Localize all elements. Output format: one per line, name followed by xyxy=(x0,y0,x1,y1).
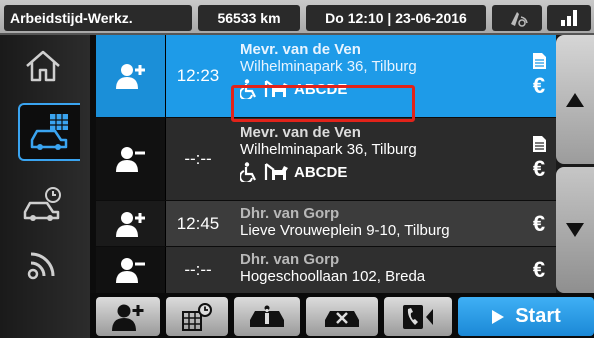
car-cancel-icon xyxy=(325,310,359,327)
pickup-button[interactable] xyxy=(96,201,166,246)
trip-list: 12:23 Mevr. van de Ven Wilhelminapark 36… xyxy=(96,35,556,293)
car-info-icon xyxy=(250,305,284,327)
dropoff-button[interactable] xyxy=(96,247,166,293)
play-icon xyxy=(492,309,505,324)
trip-time: --:-- xyxy=(184,260,212,279)
person-add-icon xyxy=(112,304,144,331)
connectivity-button[interactable] xyxy=(6,235,80,293)
trip-time: 12:45 xyxy=(176,213,220,233)
passenger-name: Mevr. van de Ven xyxy=(240,124,361,141)
euro-icon: € xyxy=(532,73,546,98)
trip-tag-code: ABCDE xyxy=(294,163,348,181)
schedule-button[interactable] xyxy=(166,297,228,336)
work-mode-label: Arbeidstijd-Werkz. xyxy=(4,5,192,31)
trip-tag-code: ABCDE xyxy=(294,80,348,98)
trip-address: Wilhelminapark 36, Tilburg xyxy=(240,58,417,75)
home-icon xyxy=(26,50,60,82)
car-clock-icon xyxy=(23,187,61,221)
trip-info: Mevr. van de Ven Wilhelminapark 36, Tilb… xyxy=(230,118,522,200)
scroll-column xyxy=(556,35,594,293)
document-icon xyxy=(532,53,546,69)
car-list-icon xyxy=(30,114,68,150)
car-schedule-button[interactable] xyxy=(6,175,80,233)
bottom-toolbar: Start xyxy=(90,293,594,338)
trip-tags: ABCDE xyxy=(240,162,522,182)
calendar-clock-icon xyxy=(182,302,212,331)
add-passenger-button[interactable] xyxy=(96,297,160,336)
call-button[interactable] xyxy=(384,297,452,336)
guide-dog-icon xyxy=(264,163,288,180)
passenger-name: Dhr. van Gorp xyxy=(240,205,340,222)
trip-payment: € xyxy=(522,35,556,117)
person-add-icon xyxy=(115,64,145,89)
guide-dog-icon xyxy=(264,80,288,97)
dropoff-button[interactable] xyxy=(96,118,166,200)
trip-tags: ABCDE xyxy=(240,79,522,99)
triangle-up-icon xyxy=(566,92,584,107)
trip-row[interactable]: --:-- Mevr. van de Ven Wilhelminapark 36… xyxy=(96,118,556,200)
car-info-button[interactable] xyxy=(234,297,300,336)
trip-row[interactable]: 12:23 Mevr. van de Ven Wilhelminapark 36… xyxy=(96,35,556,117)
trip-payment: € xyxy=(522,118,556,200)
trip-info: Dhr. van Gorp Lieve Vrouweplein 9-10, Ti… xyxy=(230,201,522,246)
wireless-icon xyxy=(27,252,55,280)
status-bar: Arbeidstijd-Werkz. 56533 km Do 12:10 | 2… xyxy=(0,0,594,35)
trip-row[interactable]: --:-- Dhr. van Gorp Hogeschoollaan 102, … xyxy=(96,247,556,293)
home-button[interactable] xyxy=(6,37,80,95)
person-remove-icon xyxy=(115,258,145,283)
triangle-down-icon xyxy=(566,223,584,237)
trip-info: Dhr. van Gorp Hogeschoollaan 102, Breda xyxy=(230,247,522,293)
scroll-down-button[interactable] xyxy=(556,167,594,293)
trip-time: --:-- xyxy=(184,149,212,168)
sidebar xyxy=(0,35,90,338)
odometer-readout: 56533 km xyxy=(198,5,300,31)
trip-row[interactable]: 12:45 Dhr. van Gorp Lieve Vrouweplein 9-… xyxy=(96,201,556,246)
trip-address: Lieve Vrouweplein 9-10, Tilburg xyxy=(240,222,450,239)
trip-address: Wilhelminapark 36, Tilburg xyxy=(240,141,417,158)
start-label: Start xyxy=(515,305,561,327)
datetime-readout: Do 12:10 | 23-06-2016 xyxy=(306,5,486,31)
passenger-name: Dhr. van Gorp xyxy=(240,251,340,268)
wheelchair-icon xyxy=(240,162,256,182)
scroll-up-button[interactable] xyxy=(556,35,594,164)
wheelchair-icon xyxy=(240,79,256,99)
trips-list-button[interactable] xyxy=(18,103,80,161)
trip-time: 12:23 xyxy=(176,66,220,85)
start-button[interactable]: Start xyxy=(458,297,594,336)
cell-signal-icon xyxy=(547,5,591,31)
trip-info: Mevr. van de Ven Wilhelminapark 36, Tilb… xyxy=(230,35,522,117)
gps-signal-icon xyxy=(492,5,542,31)
trip-address: Hogeschoollaan 102, Breda xyxy=(240,268,426,285)
trip-payment: € xyxy=(522,247,556,293)
euro-icon: € xyxy=(532,156,546,181)
screen: Arbeidstijd-Werkz. 56533 km Do 12:10 | 2… xyxy=(0,0,594,338)
document-icon xyxy=(532,136,546,152)
pickup-button[interactable] xyxy=(96,35,166,117)
euro-icon: € xyxy=(532,257,546,282)
euro-icon: € xyxy=(532,210,546,236)
person-remove-icon xyxy=(115,147,145,172)
passenger-name: Mevr. van de Ven xyxy=(240,41,361,58)
person-add-icon xyxy=(115,211,145,237)
phone-icon xyxy=(403,304,433,329)
trip-payment: € xyxy=(522,201,556,246)
cancel-trip-button[interactable] xyxy=(306,297,378,336)
